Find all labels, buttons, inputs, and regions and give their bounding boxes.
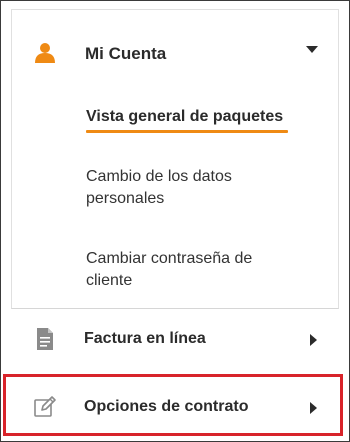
- highlight-box: [3, 374, 343, 436]
- account-header[interactable]: Mi Cuenta: [12, 10, 338, 88]
- row-online-invoice[interactable]: Factura en línea: [11, 309, 337, 371]
- row-label-online-invoice: Factura en línea: [84, 330, 206, 347]
- chevron-down-icon[interactable]: [306, 46, 318, 53]
- submenu-item-package-overview[interactable]: Vista general de paquetes: [86, 106, 283, 128]
- account-section: Mi Cuenta Vista general de paquetes Camb…: [11, 9, 339, 309]
- document-icon: [37, 328, 53, 350]
- submenu-item-personal-data[interactable]: Cambio de los datos personales: [86, 166, 286, 210]
- user-icon: [35, 43, 55, 63]
- account-label: Mi Cuenta: [85, 44, 167, 63]
- active-indicator: [86, 130, 288, 133]
- chevron-right-icon[interactable]: [310, 334, 317, 346]
- menu-panel: Mi Cuenta Vista general de paquetes Camb…: [0, 0, 350, 442]
- submenu-item-change-password[interactable]: Cambiar contraseña de cliente: [86, 248, 286, 292]
